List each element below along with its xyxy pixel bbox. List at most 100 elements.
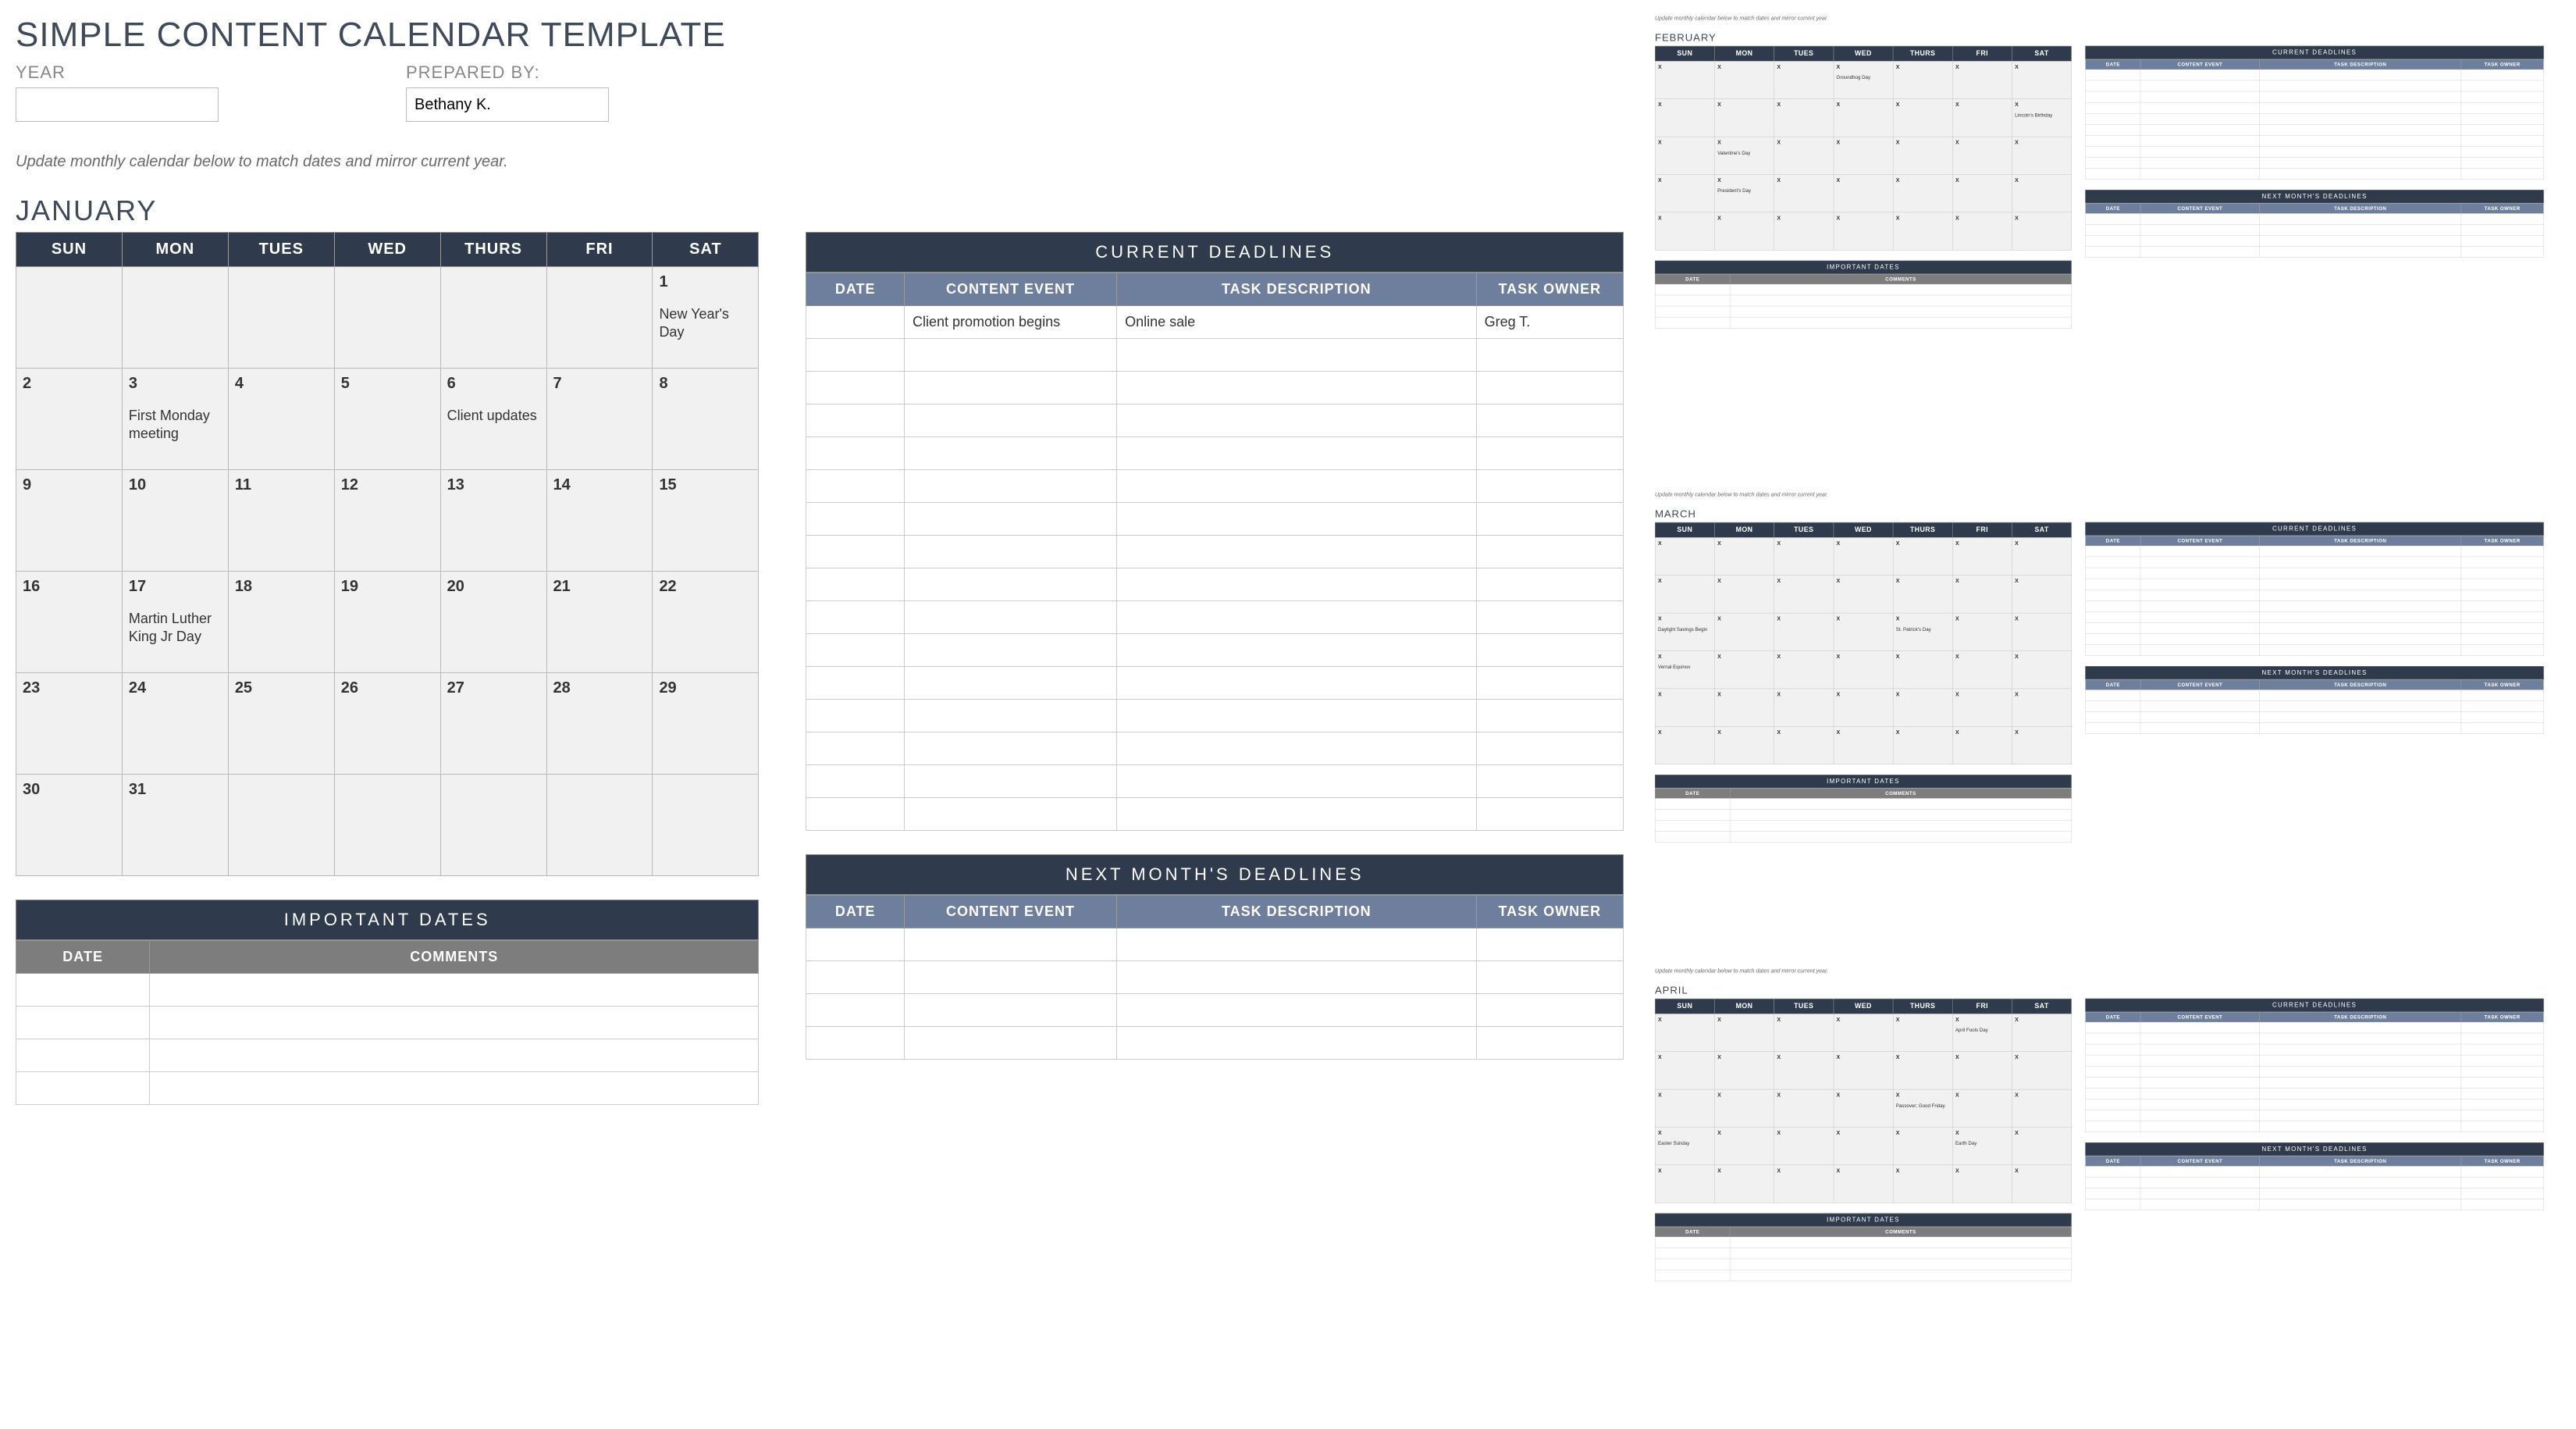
calendar-cell[interactable]: X xyxy=(2012,537,2071,575)
cell[interactable] xyxy=(2461,1110,2544,1121)
cell[interactable] xyxy=(1476,536,1623,568)
cell[interactable] xyxy=(806,732,905,765)
cell[interactable] xyxy=(2140,169,2260,180)
calendar-cell[interactable]: X xyxy=(1834,726,1893,764)
cell[interactable] xyxy=(1730,1248,2071,1259)
cell[interactable] xyxy=(2140,568,2260,579)
cell[interactable] xyxy=(2461,1044,2544,1055)
cell[interactable] xyxy=(2140,1066,2260,1077)
cell[interactable] xyxy=(2140,1099,2260,1110)
calendar-cell[interactable]: X xyxy=(1774,99,1834,137)
cell[interactable] xyxy=(2260,224,2461,235)
cell[interactable] xyxy=(806,994,905,1027)
calendar-cell[interactable]: XPresident's Day xyxy=(1714,175,1774,212)
calendar-cell[interactable]: X xyxy=(1655,137,1714,174)
calendar-cell[interactable]: X xyxy=(1893,99,1952,137)
cell[interactable] xyxy=(2086,102,2140,113)
cell[interactable] xyxy=(2260,1055,2461,1066)
calendar-cell[interactable]: X xyxy=(1774,61,1834,98)
cell[interactable] xyxy=(2140,224,2260,235)
cell[interactable] xyxy=(2140,711,2260,722)
cell[interactable] xyxy=(1730,832,2071,843)
cell[interactable] xyxy=(2260,622,2461,633)
cell[interactable] xyxy=(806,700,905,732)
calendar-cell[interactable]: X xyxy=(2012,61,2071,98)
cell[interactable] xyxy=(2260,1166,2461,1177)
cell[interactable] xyxy=(2461,546,2544,557)
calendar-cell[interactable]: 2 xyxy=(16,369,123,470)
calendar-cell[interactable]: 9 xyxy=(16,470,123,572)
cell[interactable] xyxy=(2140,1088,2260,1099)
calendar-cell[interactable]: X xyxy=(1714,1052,1774,1089)
cell[interactable] xyxy=(2260,1022,2461,1033)
cell[interactable] xyxy=(150,1007,759,1039)
calendar-cell[interactable]: X xyxy=(1655,1052,1714,1089)
cell[interactable] xyxy=(2086,711,2140,722)
cell[interactable] xyxy=(904,994,1116,1027)
calendar-cell[interactable]: X xyxy=(1893,1052,1952,1089)
cell[interactable] xyxy=(2140,1188,2260,1199)
cell[interactable] xyxy=(1476,700,1623,732)
calendar-cell[interactable]: X xyxy=(1714,212,1774,250)
calendar-cell[interactable]: 11 xyxy=(228,470,334,572)
cell[interactable] xyxy=(16,1072,150,1105)
cell[interactable] xyxy=(2140,135,2260,146)
calendar-cell[interactable]: X xyxy=(1655,1165,1714,1203)
cell[interactable] xyxy=(2260,1066,2461,1077)
cell[interactable] xyxy=(2140,622,2260,633)
calendar-cell[interactable]: X xyxy=(1774,726,1834,764)
cell[interactable] xyxy=(1476,667,1623,700)
cell[interactable] xyxy=(150,1039,759,1072)
cell[interactable] xyxy=(2140,235,2260,246)
calendar-cell[interactable]: X xyxy=(1774,137,1834,174)
calendar-cell[interactable]: X xyxy=(1893,1014,1952,1051)
cell[interactable] xyxy=(1117,961,1477,994)
cell[interactable] xyxy=(2086,579,2140,590)
cell[interactable] xyxy=(2461,69,2544,80)
calendar-cell[interactable]: X xyxy=(1714,1128,1774,1165)
cell[interactable] xyxy=(2260,690,2461,700)
cell[interactable] xyxy=(2086,213,2140,224)
cell[interactable] xyxy=(2086,1088,2140,1099)
cell[interactable] xyxy=(2461,1055,2544,1066)
cell[interactable] xyxy=(1117,798,1477,831)
cell[interactable] xyxy=(1476,470,1623,503)
cell[interactable] xyxy=(1476,503,1623,536)
cell[interactable] xyxy=(2086,722,2140,733)
calendar-cell[interactable]: X xyxy=(1834,613,1893,650)
cell[interactable] xyxy=(2461,246,2544,257)
calendar-cell[interactable]: 20 xyxy=(440,572,546,673)
calendar-cell[interactable]: X xyxy=(1774,1128,1834,1165)
cell[interactable] xyxy=(2461,1199,2544,1210)
cell[interactable] xyxy=(1476,601,1623,634)
cell[interactable] xyxy=(1117,568,1477,601)
calendar-cell[interactable]: 28 xyxy=(546,673,653,775)
cell[interactable] xyxy=(150,974,759,1007)
cell[interactable] xyxy=(2461,1077,2544,1088)
cell[interactable] xyxy=(1655,1259,1730,1270)
calendar-cell[interactable]: X xyxy=(1714,1089,1774,1127)
cell[interactable] xyxy=(2461,1121,2544,1132)
cell[interactable] xyxy=(2260,135,2461,146)
calendar-cell[interactable]: X xyxy=(1774,175,1834,212)
cell[interactable] xyxy=(1476,404,1623,437)
cell[interactable] xyxy=(2140,69,2260,80)
cell[interactable] xyxy=(1117,928,1477,961)
calendar-cell[interactable]: XVernal Equinox xyxy=(1655,651,1714,689)
cell[interactable] xyxy=(2260,169,2461,180)
cell[interactable] xyxy=(2086,1199,2140,1210)
cell[interactable] xyxy=(1117,470,1477,503)
cell[interactable] xyxy=(1476,1027,1623,1060)
cell[interactable] xyxy=(2461,1022,2544,1033)
calendar-cell[interactable]: 13 xyxy=(440,470,546,572)
calendar-cell[interactable]: X xyxy=(1834,175,1893,212)
calendar-cell[interactable]: X xyxy=(2012,613,2071,650)
cell[interactable] xyxy=(2260,1099,2461,1110)
cell[interactable] xyxy=(2260,1188,2461,1199)
cell[interactable] xyxy=(2086,1110,2140,1121)
cell[interactable] xyxy=(2260,246,2461,257)
cell[interactable] xyxy=(2140,600,2260,611)
calendar-cell[interactable]: X xyxy=(1774,1165,1834,1203)
calendar-cell[interactable]: XEaster Sunday xyxy=(1655,1128,1714,1165)
cell[interactable] xyxy=(904,765,1116,798)
